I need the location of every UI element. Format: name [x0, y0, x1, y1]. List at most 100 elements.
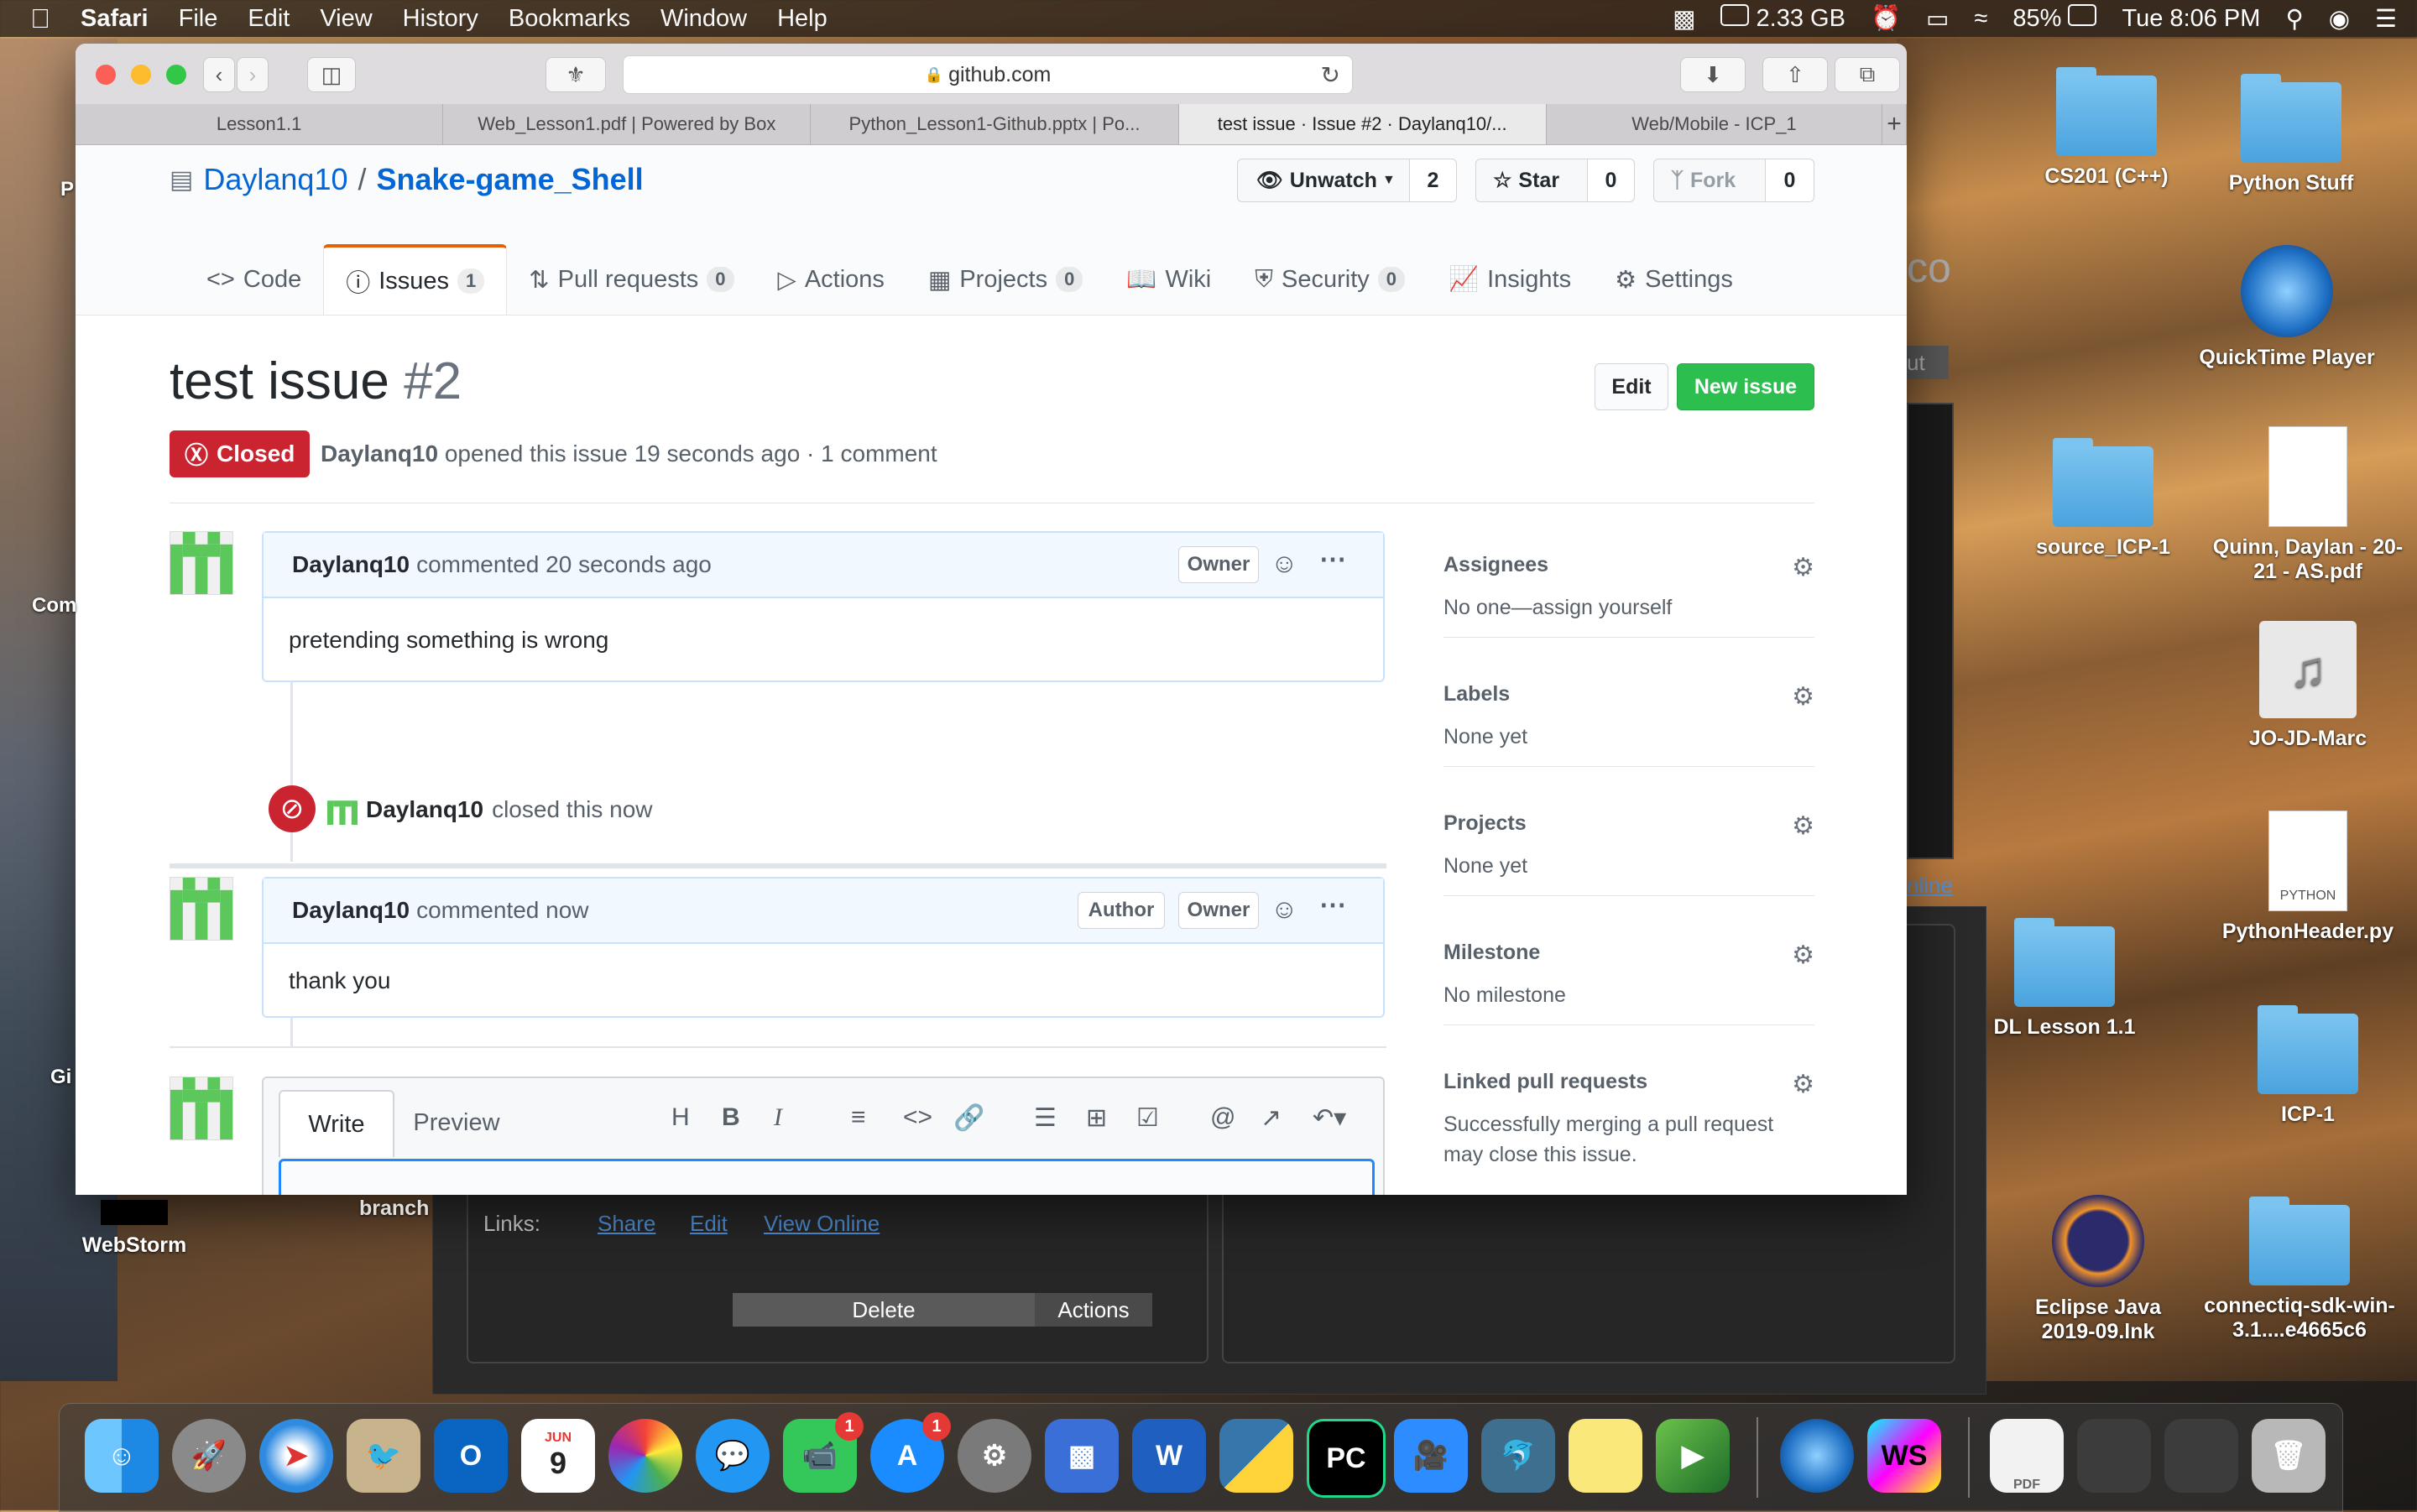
instructure-icon[interactable]: ▶: [1656, 1419, 1730, 1493]
nav-security[interactable]: ⛨ Security 0: [1233, 244, 1427, 315]
code-icon[interactable]: <>: [903, 1103, 932, 1132]
gear-icon[interactable]: ⚙: [1792, 811, 1814, 841]
tab-write[interactable]: Write: [279, 1090, 394, 1157]
unwatch-button[interactable]: 👁 Unwatch ▼: [1237, 159, 1410, 202]
desktop-folder[interactable]: source_ICP-1: [2011, 438, 2195, 560]
menu-file[interactable]: File: [179, 5, 218, 33]
desktop-document[interactable]: ♫ JO-JD-Marc: [2216, 621, 2400, 751]
tab-python-lesson[interactable]: Python_Lesson1-Github.pptx | Po...: [811, 104, 1179, 144]
desktop-folder[interactable]: CS201 (C++): [2014, 67, 2199, 189]
pycharm-icon[interactable]: PC: [1307, 1419, 1386, 1498]
share-link[interactable]: Share: [598, 1211, 655, 1237]
comment-timestamp[interactable]: commented now: [416, 897, 588, 924]
app-store-icon[interactable]: A1: [870, 1412, 951, 1493]
mysql-workbench-icon[interactable]: 🐬: [1481, 1419, 1555, 1493]
address-bar[interactable]: 🔒 github.com ↻: [623, 55, 1353, 94]
zoom-window-button[interactable]: [166, 65, 186, 85]
partial-button[interactable]: ut: [1907, 346, 1949, 379]
menu-app-name[interactable]: Safari: [81, 5, 149, 33]
menu-edit[interactable]: Edit: [248, 5, 290, 33]
actions-button[interactable]: Actions: [1035, 1293, 1152, 1327]
desktop-app[interactable]: WebStorm: [76, 1200, 193, 1258]
reply-icon[interactable]: ↶▾: [1313, 1103, 1346, 1133]
desktop-partial-label[interactable]: Com: [32, 594, 76, 618]
messages-icon[interactable]: 💬: [696, 1419, 770, 1493]
desktop-partial-label[interactable]: branch: [359, 1197, 429, 1221]
minimize-window-button[interactable]: [131, 65, 151, 85]
share-button[interactable]: ⇧: [1762, 57, 1828, 92]
menu-bookmarks[interactable]: Bookmarks: [509, 5, 630, 33]
airplay-icon[interactable]: ▭: [1926, 4, 1949, 34]
view-online-link[interactable]: View Online: [764, 1211, 880, 1237]
assignees-value[interactable]: No one—assign yourself: [1443, 592, 1814, 623]
italic-icon[interactable]: I: [774, 1103, 782, 1132]
launchpad-icon[interactable]: 🚀: [172, 1419, 246, 1493]
spotlight-icon[interactable]: ⚲: [2285, 4, 2303, 34]
back-button[interactable]: ‹: [203, 57, 235, 92]
comment-author-link[interactable]: Daylanq10: [292, 897, 410, 924]
nav-wiki[interactable]: 📖 Wiki: [1104, 244, 1233, 315]
issue-author-link[interactable]: Daylanq10: [321, 441, 438, 467]
avatar[interactable]: [170, 1077, 233, 1140]
nav-code[interactable]: <> Code: [185, 244, 323, 315]
small-avatar[interactable]: [327, 795, 358, 825]
edit-link[interactable]: Edit: [690, 1211, 728, 1237]
mention-icon[interactable]: @: [1210, 1103, 1235, 1132]
edit-issue-button[interactable]: Edit: [1595, 363, 1668, 410]
quote-icon[interactable]: ≡: [851, 1103, 866, 1132]
nav-issues[interactable]: ⓘ Issues 1: [323, 244, 508, 315]
gear-icon[interactable]: ⚙: [1792, 941, 1814, 970]
calendar-icon[interactable]: JUN 9: [521, 1419, 595, 1493]
fork-button[interactable]: ᛉ Fork: [1653, 159, 1766, 202]
heading-icon[interactable]: H: [671, 1103, 690, 1132]
avatar[interactable]: [170, 531, 233, 595]
memory-status[interactable]: 2.33 GB: [1720, 4, 1845, 33]
repo-owner-link[interactable]: Daylanq10: [203, 162, 347, 197]
desktop-document[interactable]: PYTHON PythonHeader.py: [2207, 811, 2409, 944]
facetime-icon[interactable]: 📹 1: [783, 1412, 864, 1493]
delete-button[interactable]: Delete: [733, 1293, 1035, 1327]
apple-icon[interactable]: : [30, 3, 50, 34]
screenshot-stack-icon[interactable]: [2077, 1419, 2151, 1493]
wifi-icon[interactable]: ≈: [1974, 5, 1987, 33]
time-machine-icon[interactable]: ⏰: [1871, 4, 1901, 33]
comment-author-link[interactable]: Daylanq10: [292, 551, 410, 578]
webstorm-dock-icon[interactable]: WS: [1867, 1419, 1941, 1493]
numbered-list-icon[interactable]: ⊞: [1086, 1103, 1107, 1133]
desktop-folder[interactable]: ICP-1: [2216, 1005, 2400, 1127]
zoom-icon[interactable]: 🎥: [1394, 1419, 1468, 1493]
clock[interactable]: Tue 8:06 PM: [2122, 5, 2260, 33]
menu-help[interactable]: Help: [777, 5, 827, 33]
nav-insights[interactable]: 📈 Insights: [1427, 244, 1593, 315]
menu-history[interactable]: History: [403, 5, 478, 33]
siri-icon[interactable]: ◉: [2329, 4, 2350, 34]
forks-count[interactable]: 0: [1766, 159, 1814, 202]
sidebar-toggle-button[interactable]: ◫: [307, 57, 356, 92]
system-preferences-icon[interactable]: ⚙: [958, 1419, 1031, 1493]
preview-icon[interactable]: 🐦: [347, 1419, 420, 1493]
tab-lesson[interactable]: Lesson1.1: [76, 104, 444, 144]
smiley-icon[interactable]: ☺: [1271, 548, 1298, 579]
desktop-partial-label[interactable]: P: [60, 178, 74, 201]
finder-icon[interactable]: ☺: [85, 1419, 159, 1493]
more-options-icon[interactable]: ⋯: [1319, 543, 1346, 575]
smiley-icon[interactable]: ☺: [1271, 894, 1298, 925]
downloads-stack-icon[interactable]: [2164, 1419, 2238, 1493]
new-tab-button[interactable]: +: [1882, 104, 1907, 144]
menu-window[interactable]: Window: [660, 5, 747, 33]
muted-icon[interactable]: ▩: [1673, 4, 1695, 34]
new-issue-button[interactable]: New issue: [1677, 363, 1814, 410]
desktop-app[interactable]: Eclipse Java 2019-09.lnk: [2006, 1195, 2190, 1344]
tab-web-mobile[interactable]: Web/Mobile - ICP_1: [1547, 104, 1883, 144]
desktop-folder[interactable]: connectiq-sdk-win-3.1....e4665c6: [2199, 1197, 2400, 1343]
star-button[interactable]: ☆ Star: [1475, 159, 1588, 202]
photos-icon[interactable]: [608, 1419, 682, 1493]
extension-button[interactable]: ⚜: [546, 57, 606, 92]
gear-icon[interactable]: ⚙: [1792, 1070, 1814, 1099]
tab-web-lesson-pdf[interactable]: Web_Lesson1.pdf | Powered by Box: [443, 104, 812, 144]
pdf-stack-icon[interactable]: PDF: [1990, 1419, 2064, 1493]
close-window-button[interactable]: [96, 65, 116, 85]
bold-icon[interactable]: B: [722, 1103, 740, 1132]
event-author-link[interactable]: Daylanq10: [366, 796, 483, 823]
notes-icon[interactable]: [1569, 1419, 1642, 1493]
